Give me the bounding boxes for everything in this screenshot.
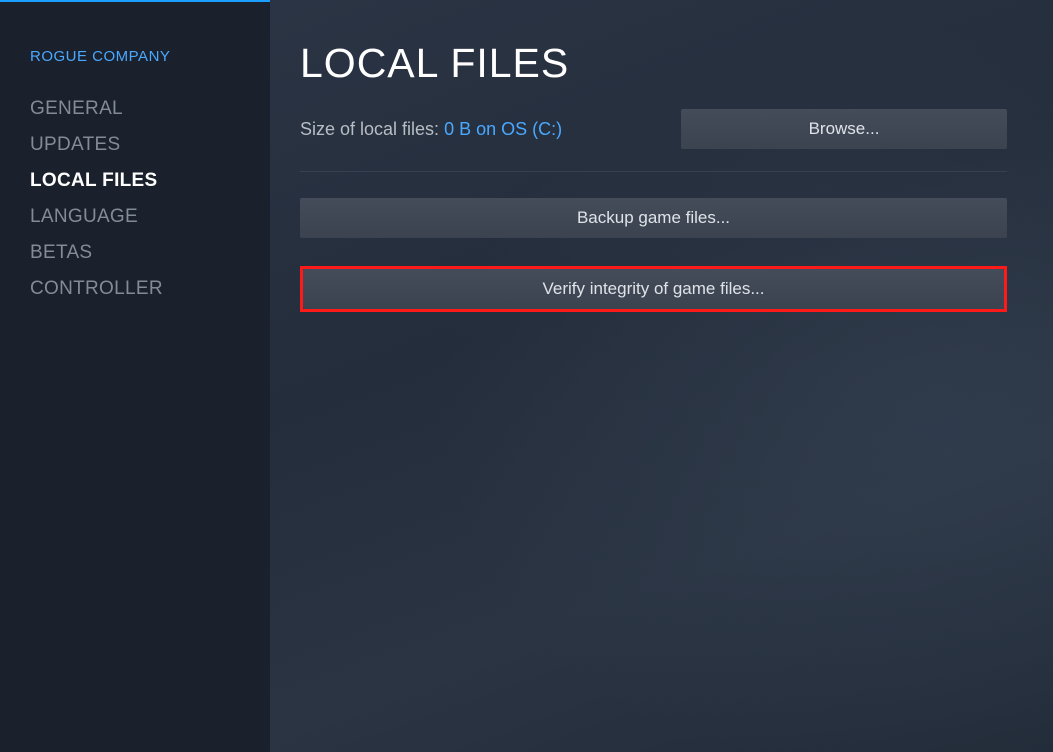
divider xyxy=(300,171,1007,172)
sidebar-item-general[interactable]: GENERAL xyxy=(30,91,240,127)
size-row: Size of local files: 0 B on OS (C:) Brow… xyxy=(300,109,1007,149)
settings-sidebar: ROGUE COMPANY GENERAL UPDATES LOCAL FILE… xyxy=(0,0,270,752)
sidebar-item-controller[interactable]: CONTROLLER xyxy=(30,271,240,307)
size-value: 0 B on OS (C:) xyxy=(444,119,562,139)
size-text: Size of local files: 0 B on OS (C:) xyxy=(300,119,562,140)
verify-highlight: Verify integrity of game files... xyxy=(300,266,1007,312)
page-title: LOCAL FILES xyxy=(300,40,1007,87)
sidebar-item-language[interactable]: LANGUAGE xyxy=(30,199,240,235)
sidebar-item-updates[interactable]: UPDATES xyxy=(30,127,240,163)
size-label: Size of local files: xyxy=(300,119,444,139)
sidebar-item-local-files[interactable]: LOCAL FILES xyxy=(30,163,240,199)
main-panel: LOCAL FILES Size of local files: 0 B on … xyxy=(270,0,1053,752)
game-title: ROGUE COMPANY xyxy=(30,48,240,65)
sidebar-item-betas[interactable]: BETAS xyxy=(30,235,240,271)
backup-game-files-button[interactable]: Backup game files... xyxy=(300,198,1007,238)
browse-button[interactable]: Browse... xyxy=(681,109,1007,149)
verify-integrity-button[interactable]: Verify integrity of game files... xyxy=(303,269,1004,309)
